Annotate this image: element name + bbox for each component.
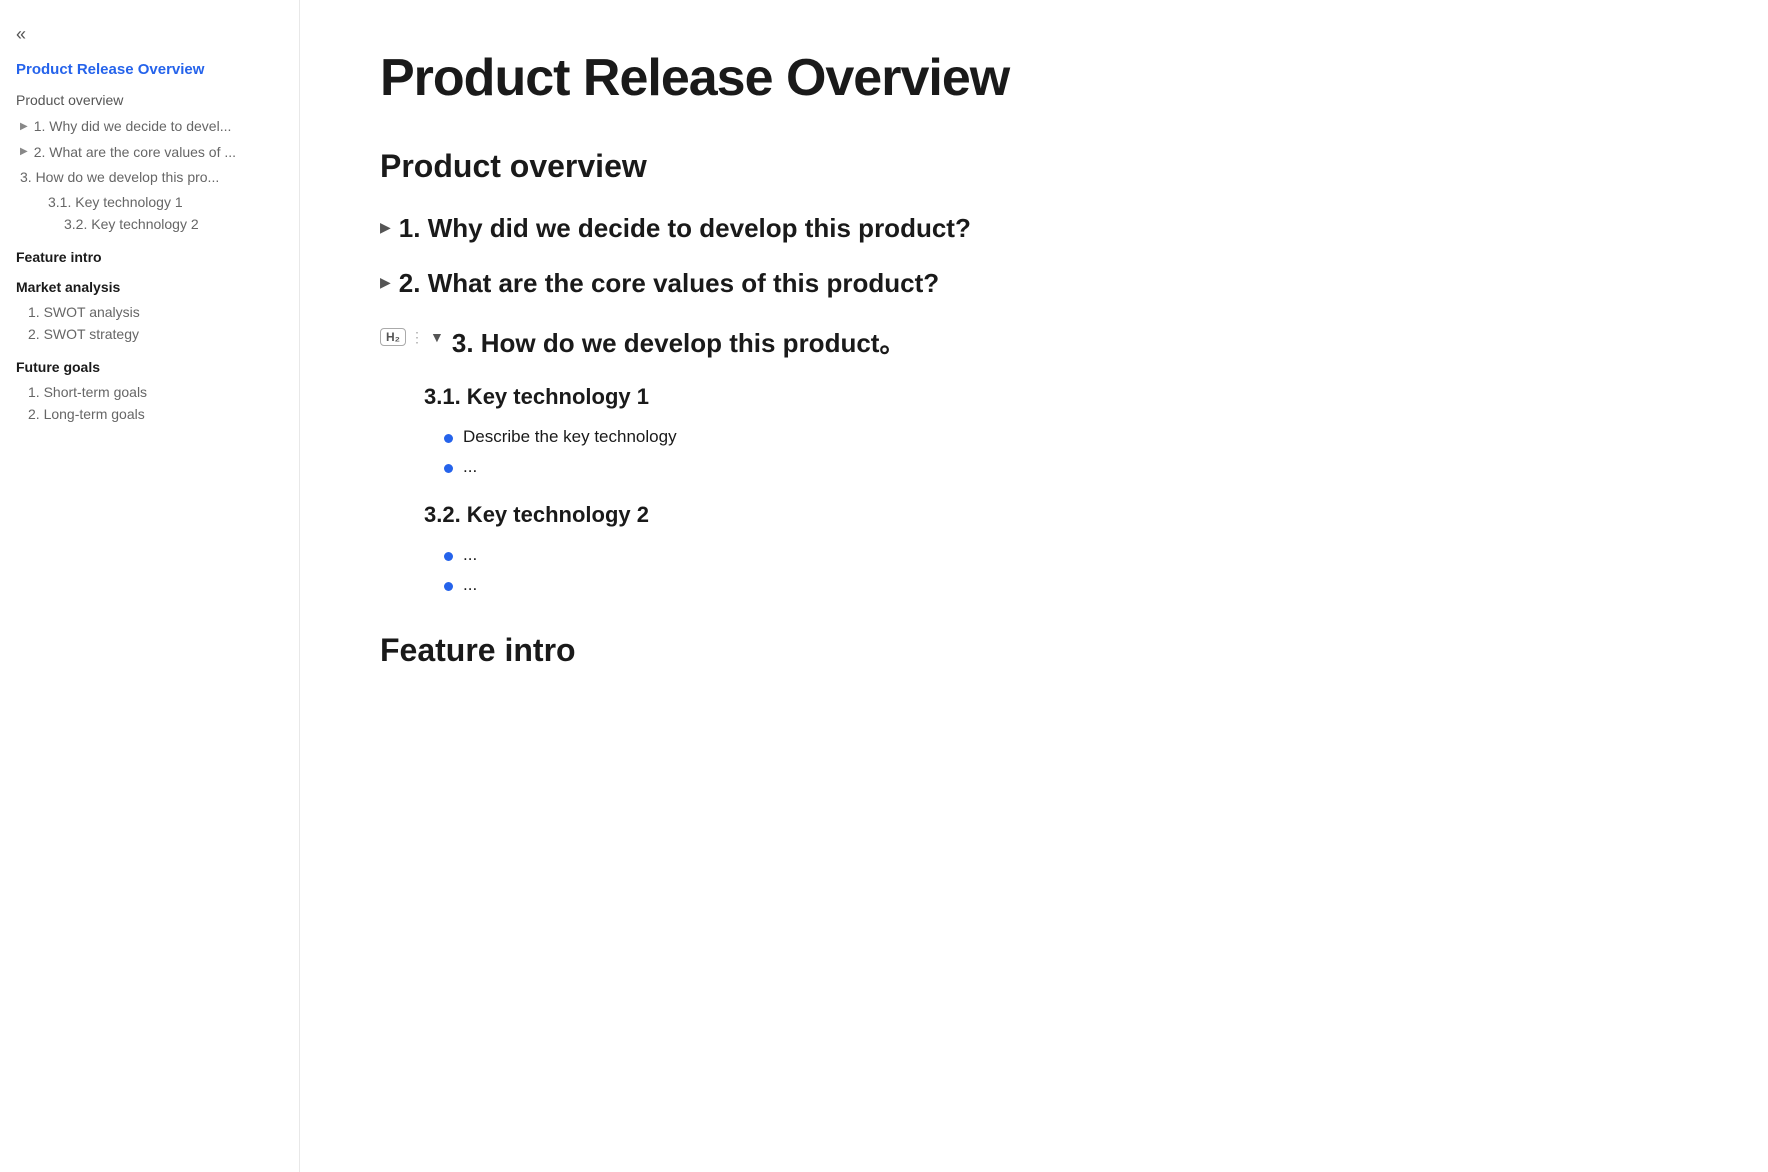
feature-intro-heading: Feature intro: [380, 632, 1120, 669]
bullet-list-3-1: Describe the key technology ...: [400, 422, 1120, 482]
sidebar-section-feature-intro[interactable]: Feature intro: [16, 249, 283, 265]
sidebar-item-3-2[interactable]: 3.2. Key technology 2: [16, 213, 283, 235]
sidebar-item-3-1[interactable]: 3.1. Key technology 1: [16, 191, 283, 213]
sidebar-section-product-overview: Product overview: [16, 92, 283, 108]
sidebar: « Product Release Overview Product overv…: [0, 0, 300, 1172]
collapsible-item-2: ▶ 2. What are the core values of this pr…: [380, 268, 1120, 299]
list-item: Describe the key technology: [444, 422, 1120, 452]
more-options-icon[interactable]: ⋮: [410, 329, 424, 346]
collapse-arrow-1[interactable]: ▶: [380, 219, 391, 236]
sidebar-item-1[interactable]: ▶ 1. Why did we decide to devel...: [16, 114, 283, 140]
bullet-text: ...: [463, 545, 477, 565]
collapse-arrow-2[interactable]: ▶: [380, 274, 391, 291]
collapse-arrow-3[interactable]: ▼: [430, 329, 444, 345]
section-heading-product-overview: Product overview: [380, 148, 1120, 185]
heading-2[interactable]: 2. What are the core values of this prod…: [399, 268, 939, 299]
bullet-icon: [444, 464, 453, 473]
bullet-icon: [444, 582, 453, 591]
section-3-content: 3.1. Key technology 1 Describe the key t…: [380, 384, 1120, 600]
bullet-list-3-2: ... ...: [400, 540, 1120, 600]
bullet-text: ...: [463, 457, 477, 477]
collapsible-item-1: ▶ 1. Why did we decide to develop this p…: [380, 213, 1120, 244]
chevron-right-icon: ▶: [20, 145, 28, 159]
sidebar-item-3[interactable]: 3. How do we develop this pro...: [16, 165, 283, 191]
bullet-icon: [444, 552, 453, 561]
bullet-text: Describe the key technology: [463, 427, 677, 447]
sidebar-item-swot-analysis[interactable]: 1. SWOT analysis: [16, 301, 283, 323]
h2-badge[interactable]: H₂: [380, 328, 406, 346]
page-title: Product Release Overview: [380, 48, 1120, 108]
main-content: Product Release Overview Product overvie…: [300, 0, 1200, 1172]
chevron-right-icon: ▶: [20, 120, 28, 134]
sidebar-section-future-goals[interactable]: Future goals: [16, 359, 283, 375]
bullet-text: ...: [463, 575, 477, 595]
back-button[interactable]: «: [16, 24, 26, 45]
heading-1[interactable]: 1. Why did we decide to develop this pro…: [399, 213, 971, 244]
sidebar-title[interactable]: Product Release Overview: [16, 61, 283, 78]
sidebar-item-2[interactable]: ▶ 2. What are the core values of ...: [16, 140, 283, 166]
sidebar-section-market-analysis[interactable]: Market analysis: [16, 279, 283, 295]
bullet-icon: [444, 434, 453, 443]
list-item: ...: [444, 570, 1120, 600]
list-item: ...: [444, 540, 1120, 570]
h2-toolbar: H₂ ⋮: [380, 328, 424, 346]
collapsible-item-3: H₂ ⋮ ▼ 3. How do we develop this product…: [380, 323, 1120, 360]
list-item: ...: [444, 452, 1120, 482]
subheading-3-2: 3.2. Key technology 2: [400, 502, 1120, 528]
sidebar-item-long-term[interactable]: 2. Long-term goals: [16, 403, 283, 425]
sidebar-item-swot-strategy[interactable]: 2. SWOT strategy: [16, 323, 283, 345]
sidebar-item-short-term[interactable]: 1. Short-term goals: [16, 381, 283, 403]
subheading-3-1: 3.1. Key technology 1: [400, 384, 1120, 410]
heading-3[interactable]: 3. How do we develop this product。: [452, 323, 906, 360]
